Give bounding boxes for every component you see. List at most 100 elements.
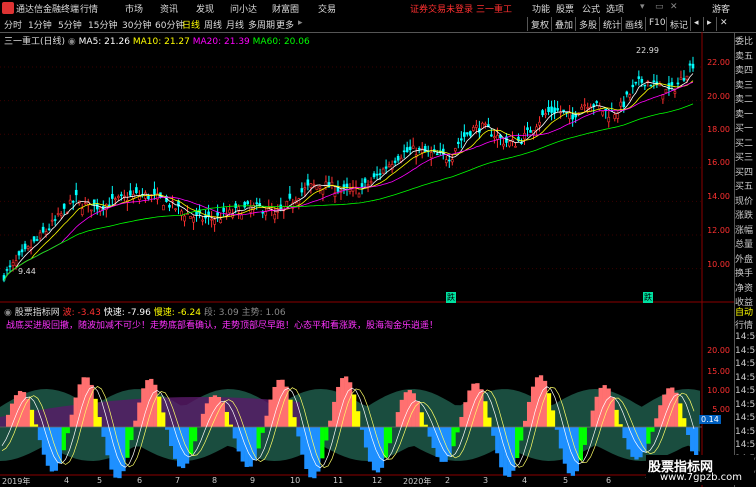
tool-draw[interactable]: 画线 [621,17,646,31]
close-icon[interactable]: ✕ [670,2,678,12]
period-multi[interactable]: 多周期 [248,18,275,31]
menu-stock[interactable]: 股票 [556,2,574,15]
period-5min[interactable]: 5分钟 [58,18,82,31]
kline-body [168,204,171,208]
menu-options[interactable]: 选项 [606,2,624,15]
indicator-name[interactable]: 股票指标网 [15,308,60,318]
period-daily[interactable]: 日线 [182,18,200,31]
kline-body [619,101,623,107]
tool-mark[interactable]: 标记 [666,17,691,31]
indicator-bar [650,427,655,432]
kline-body [264,211,268,216]
menu-wealth[interactable]: 财富圈 [272,2,299,15]
indicator-bar [550,410,556,427]
minimize-icon[interactable]: ▾ [640,2,645,12]
indicator-bar [65,427,70,434]
indicator-bar [9,403,15,427]
period-1min[interactable]: 1分钟 [28,18,52,31]
period-timeshare[interactable]: 分时 [4,18,22,31]
menu-market[interactable]: 市场 [125,2,143,15]
menu-discover[interactable]: 发现 [196,2,214,15]
kline-body [472,126,475,131]
kline-body [276,211,280,213]
ma-line-5 [3,73,694,281]
more-arrow-icon[interactable]: ▸ [298,18,303,28]
indicator-settings-icon[interactable]: ◉ [4,308,12,318]
kline-body [318,186,322,189]
kline-body [670,82,674,86]
menu-formula[interactable]: 公式 [582,2,600,15]
kline-body [685,75,689,80]
period-weekly[interactable]: 周线 [204,18,222,31]
tool-next-icon[interactable]: ▸ [703,17,715,31]
indicator-bar [332,401,337,427]
menu-trade[interactable]: 交易 [318,2,336,15]
indicator-bar [351,394,357,427]
indicator-bar [49,427,55,472]
kline-body [423,146,427,152]
indicator-field: 波: -3.43 [62,308,101,318]
tool-overlay[interactable]: 叠加 [551,17,576,31]
kline-body [5,269,9,271]
guest-label[interactable]: 游客 [712,2,730,15]
kline-chart[interactable] [0,32,735,487]
kline-body [490,134,493,137]
kline-body [183,215,186,222]
menu-xiaoda[interactable]: 问小达 [230,2,257,15]
kline-body [47,228,51,231]
indicator-bar [328,420,333,427]
period-15min[interactable]: 15分钟 [88,18,117,31]
window-icon[interactable]: ▭ [655,2,664,12]
kline-body [300,188,304,193]
indicator-bar [654,418,659,427]
trade-status: 证券交易未登录 [410,5,474,15]
indicator-bar [340,378,345,427]
indicator-bar [630,427,635,457]
period-monthly[interactable]: 月线 [226,18,244,31]
kline-body [303,187,307,190]
kline-body [240,214,243,220]
menu-function[interactable]: 功能 [532,2,550,15]
indicator-bar [570,427,576,476]
kline-body [288,193,292,199]
indicator-bar [125,427,130,458]
tool-multistock[interactable]: 多股 [575,17,600,31]
indicator-bar [41,427,47,455]
indicator-bar [363,427,369,448]
period-30min[interactable]: 30分钟 [122,18,151,31]
kline-body [111,193,114,199]
kline-body [541,110,544,116]
kline-body [387,164,391,167]
menu-quotes[interactable]: 行情 [80,2,98,15]
indicator-bar [344,376,349,427]
menu-news[interactable]: 资讯 [160,2,178,15]
kline-body [526,127,529,130]
date-tick: 3 [483,476,489,485]
date-tick: 2020年 [403,477,432,486]
kline-body [649,84,653,87]
period-60min[interactable]: 60分钟 [155,18,184,31]
date-tick: 8 [212,476,218,485]
kline-body [378,173,382,176]
tick-time: 14:56 [735,332,756,342]
tool-prev-icon[interactable]: ◂ [690,17,702,31]
indicator-bar [375,427,381,473]
side-tab-auto[interactable]: 自动 [735,305,756,318]
kline-body [74,189,78,196]
indicator-field: 段: 3.09 [203,308,239,318]
kline-body [502,143,505,147]
tool-adjust[interactable]: 复权 [527,17,552,31]
indicator-bar [260,427,265,433]
kline-body [285,201,289,207]
kline-body [580,106,583,110]
indicator-description: 战底买进股回撤，随波加减不可少！走势底部看确认，走势顶部尽早跑！心态平和看涨跌，… [6,321,439,331]
indicator-bar [582,427,587,445]
period-more[interactable]: 更多 [276,18,294,31]
tool-close-icon[interactable]: ✕ [716,17,731,31]
indicator-bar [427,427,432,437]
quote-label: 卖二 [735,95,754,105]
quote-label: 涨跌 [735,211,754,221]
kline-body [408,146,412,151]
indicator-bar [546,393,552,427]
kline-body [20,249,24,253]
